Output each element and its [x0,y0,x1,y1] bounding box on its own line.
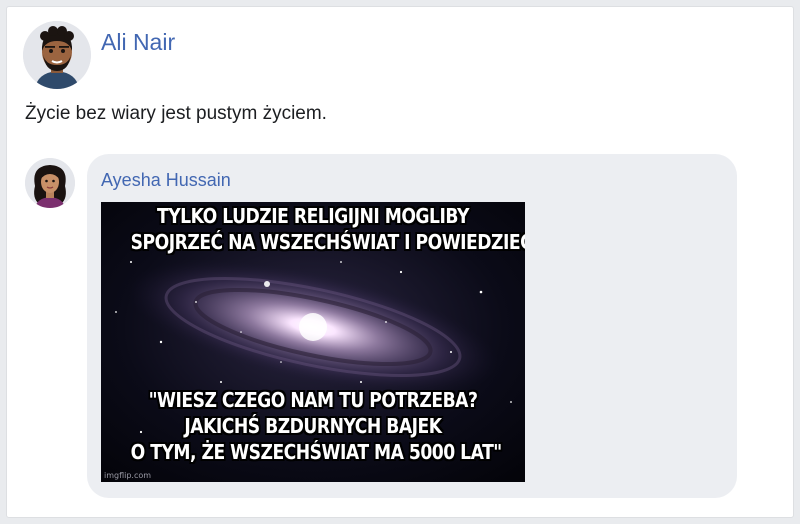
author-avatar[interactable] [23,21,91,89]
meme-bottom-line-2: JAKICHŚ BZDURNYCH BAJEK [184,414,442,438]
meme-bottom-line-1: "WIESZ CZEGO NAM TU POTRZEBA? [148,388,478,412]
post-card: Ali Nair Życie bez wiary jest pustym życ… [6,6,794,518]
commenter-name-link[interactable]: Ayesha Hussain [101,170,231,191]
author-name-link[interactable]: Ali Nair [101,29,175,56]
imgflip-watermark: imgflip.com [104,471,152,480]
post-text: Życie bez wiary jest pustym życiem. [25,103,327,124]
meme-image[interactable]: TYLKO LUDZIE RELIGIJNI MOGLIBY SPOJRZEĆ … [101,202,525,482]
meme-bottom-line-3: O TYM, ŻE WSZECHŚWIAT MA 5000 LAT" [130,440,503,464]
meme-top-line-2: SPOJRZEĆ NA WSZECHŚWIAT I POWIEDZIEĆ: [130,230,525,254]
commenter-avatar[interactable] [25,158,75,208]
comment-bubble: Ayesha Hussain TYLKO LUDZIE RELIGIJNI MO… [87,154,737,498]
meme-top-line-1: TYLKO LUDZIE RELIGIJNI MOGLIBY [157,204,469,228]
